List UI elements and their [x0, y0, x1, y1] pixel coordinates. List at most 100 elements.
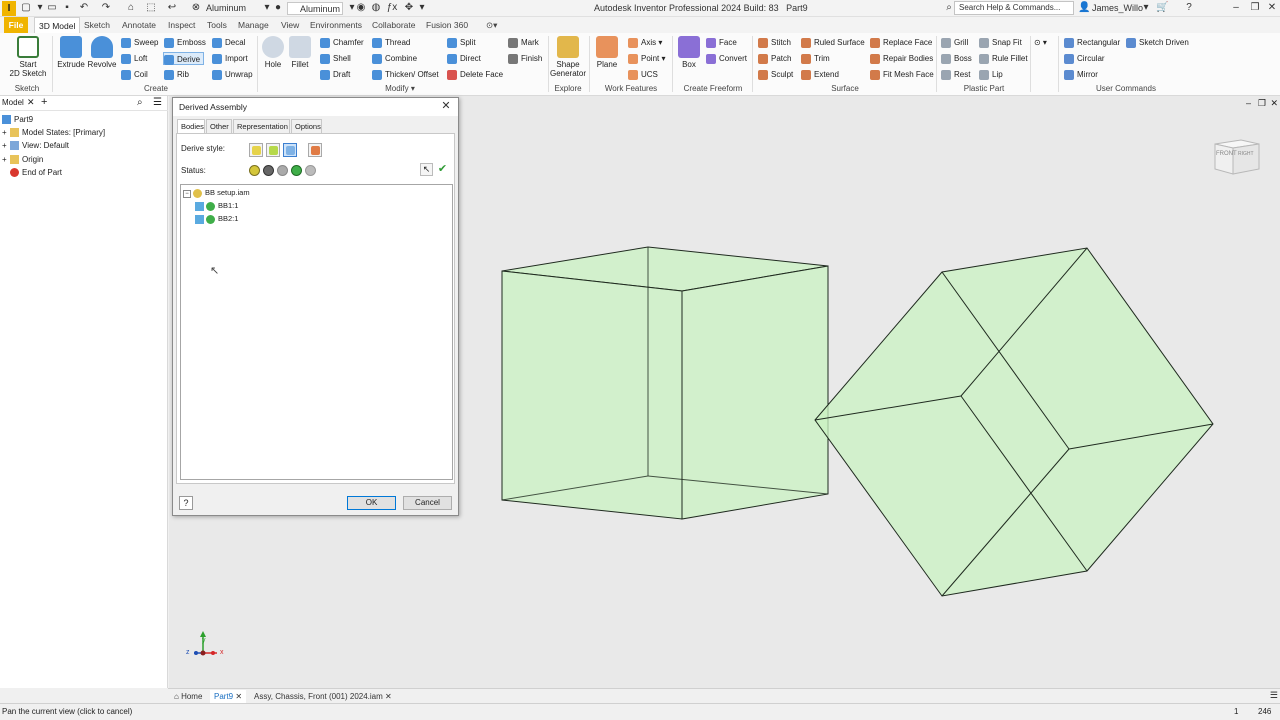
mirror-button[interactable]: Mirror: [1064, 68, 1098, 81]
sweep-button[interactable]: Sweep: [121, 36, 158, 49]
rest-button[interactable]: Rest: [941, 68, 970, 81]
sketch-driven-pattern-button[interactable]: Sketch Driven: [1126, 36, 1189, 49]
trim-button[interactable]: Trim: [801, 52, 830, 65]
new-file-icon[interactable]: ▢: [20, 2, 32, 14]
ribbon-options-icon[interactable]: ⊙▾: [482, 17, 501, 33]
close-icon[interactable]: ✕: [1266, 2, 1278, 14]
expand-plus-icon[interactable]: +: [2, 126, 10, 139]
freeform-face-button[interactable]: Face: [706, 36, 737, 49]
include-status-icon[interactable]: [206, 201, 215, 211]
doc-tab-close-icon[interactable]: ✕: [385, 692, 392, 701]
color-override-icon[interactable]: ◉: [355, 2, 367, 14]
tab-annotate[interactable]: Annotate: [118, 17, 160, 33]
axis-button[interactable]: Axis ▾: [628, 36, 662, 49]
appearance-dropdown[interactable]: Aluminum: [287, 2, 343, 15]
material-dropdown[interactable]: Aluminum 6061: [206, 2, 266, 26]
viewcube[interactable]: FRONT RIGHT: [1213, 136, 1261, 176]
panel-label-modify[interactable]: Modify ▾: [380, 84, 420, 93]
restore-icon[interactable]: ❐: [1249, 2, 1261, 14]
box-button[interactable]: Box: [676, 36, 702, 69]
rule-fillet-button[interactable]: Rule Fillet: [979, 52, 1028, 65]
status-bounding-box-icon[interactable]: [277, 165, 288, 176]
split-button[interactable]: Split: [447, 36, 476, 49]
user-menu[interactable]: James_Willo: [1092, 2, 1143, 15]
shell-button[interactable]: Shell: [320, 52, 351, 65]
tab-representation[interactable]: Representation: [233, 119, 290, 133]
cart-icon[interactable]: 🛒: [1156, 2, 1168, 14]
open-folder-icon[interactable]: ▭: [46, 2, 58, 14]
tab-3d-model[interactable]: 3D Model: [34, 17, 81, 33]
rib-button[interactable]: Rib: [164, 68, 189, 81]
accept-check-icon[interactable]: ✔: [436, 163, 449, 176]
parameters-fx-icon[interactable]: ƒx: [386, 2, 398, 14]
ok-button[interactable]: OK: [347, 496, 396, 510]
select-from-canvas-icon[interactable]: ↖: [420, 163, 433, 176]
return-icon[interactable]: ↩: [166, 2, 178, 14]
help-search-input[interactable]: Search Help & Commands...: [954, 1, 1074, 15]
clear-appearance-icon[interactable]: ◍: [370, 2, 382, 14]
boss-button[interactable]: Boss: [941, 52, 972, 65]
viewcube-right-face[interactable]: RIGHT: [1238, 151, 1254, 157]
tree-node-bb1[interactable]: BB1:1: [195, 200, 238, 212]
stitch-button[interactable]: Stitch: [758, 36, 791, 49]
extrude-button[interactable]: Extrude: [56, 36, 86, 69]
mark-button[interactable]: Mark: [508, 36, 539, 49]
circular-pattern-button[interactable]: Circular: [1064, 52, 1105, 65]
status-subtract-icon[interactable]: [305, 165, 316, 176]
tree-item-part[interactable]: Part9: [2, 113, 33, 126]
quick-access-more-icon[interactable]: ▾: [416, 2, 428, 14]
hole-button[interactable]: Hole: [260, 36, 286, 69]
collapse-minus-icon[interactable]: −: [183, 190, 191, 198]
grill-button[interactable]: Grill: [941, 36, 968, 49]
material-clear-icon[interactable]: ⊗: [190, 2, 202, 14]
pattern-options-button[interactable]: ⊙ ▾: [1034, 36, 1047, 49]
thicken-offset-button[interactable]: Thicken/ Offset: [372, 68, 439, 81]
redo-icon[interactable]: ↷: [100, 2, 112, 14]
derive-style-surface-button[interactable]: [308, 143, 322, 157]
loft-button[interactable]: Loft: [121, 52, 147, 65]
dialog-close-icon[interactable]: ✕: [440, 100, 452, 113]
revolve-button[interactable]: Revolve: [87, 36, 117, 69]
tree-item-origin[interactable]: + Origin: [2, 153, 43, 166]
emboss-button[interactable]: Emboss: [164, 36, 206, 49]
tab-inspect[interactable]: Inspect: [164, 17, 199, 33]
lip-button[interactable]: Lip: [979, 68, 1003, 81]
tab-fusion-360[interactable]: Fusion 360: [422, 17, 472, 33]
browser-search-icon[interactable]: ⌕: [137, 97, 143, 108]
point-button[interactable]: Point ▾: [628, 52, 665, 65]
combine-button[interactable]: Combine: [372, 52, 417, 65]
status-body-icon[interactable]: [291, 165, 302, 176]
tab-manage[interactable]: Manage: [234, 17, 273, 33]
fillet-button[interactable]: Fillet: [287, 36, 313, 69]
tab-environments[interactable]: Environments: [306, 17, 366, 33]
browser-tab-close-icon[interactable]: ✕: [27, 97, 35, 108]
coil-button[interactable]: Coil: [121, 68, 148, 81]
tab-file[interactable]: File: [4, 17, 28, 33]
extend-button[interactable]: Extend: [801, 68, 839, 81]
derive-style-solid-merge-button[interactable]: [266, 143, 280, 157]
derive-button[interactable]: Derive: [163, 52, 205, 65]
save-icon[interactable]: ▪: [61, 2, 73, 14]
tab-other[interactable]: Other: [206, 119, 232, 133]
tab-bodies[interactable]: Bodies: [177, 119, 205, 134]
thread-button[interactable]: Thread: [372, 36, 410, 49]
decal-button[interactable]: Decal: [212, 36, 245, 49]
new-dropdown-icon[interactable]: ▾: [34, 2, 46, 14]
viewport-minimize-icon[interactable]: –: [1246, 98, 1251, 108]
dialog-help-icon[interactable]: ?: [179, 496, 193, 510]
sculpt-button[interactable]: Sculpt: [758, 68, 793, 81]
derive-style-multiple-bodies-button[interactable]: [283, 143, 297, 157]
finish-button[interactable]: Finish: [508, 52, 542, 65]
home-tab[interactable]: ⌂ Home: [170, 690, 206, 703]
tree-item-view[interactable]: + View: Default: [2, 139, 69, 152]
select-icon[interactable]: ⬚: [145, 2, 157, 14]
shape-generator-button[interactable]: Shape Generator: [549, 36, 587, 78]
tab-tools[interactable]: Tools: [203, 17, 231, 33]
tab-sketch[interactable]: Sketch: [80, 17, 114, 33]
ucs-button[interactable]: UCS: [628, 68, 658, 81]
body-bb1[interactable]: [501, 246, 829, 520]
ruled-surface-button[interactable]: Ruled Surface: [801, 36, 865, 49]
status-include-icon[interactable]: [249, 165, 260, 176]
expand-plus-icon[interactable]: +: [2, 139, 10, 152]
doc-tab-close-icon[interactable]: ✕: [235, 692, 242, 701]
